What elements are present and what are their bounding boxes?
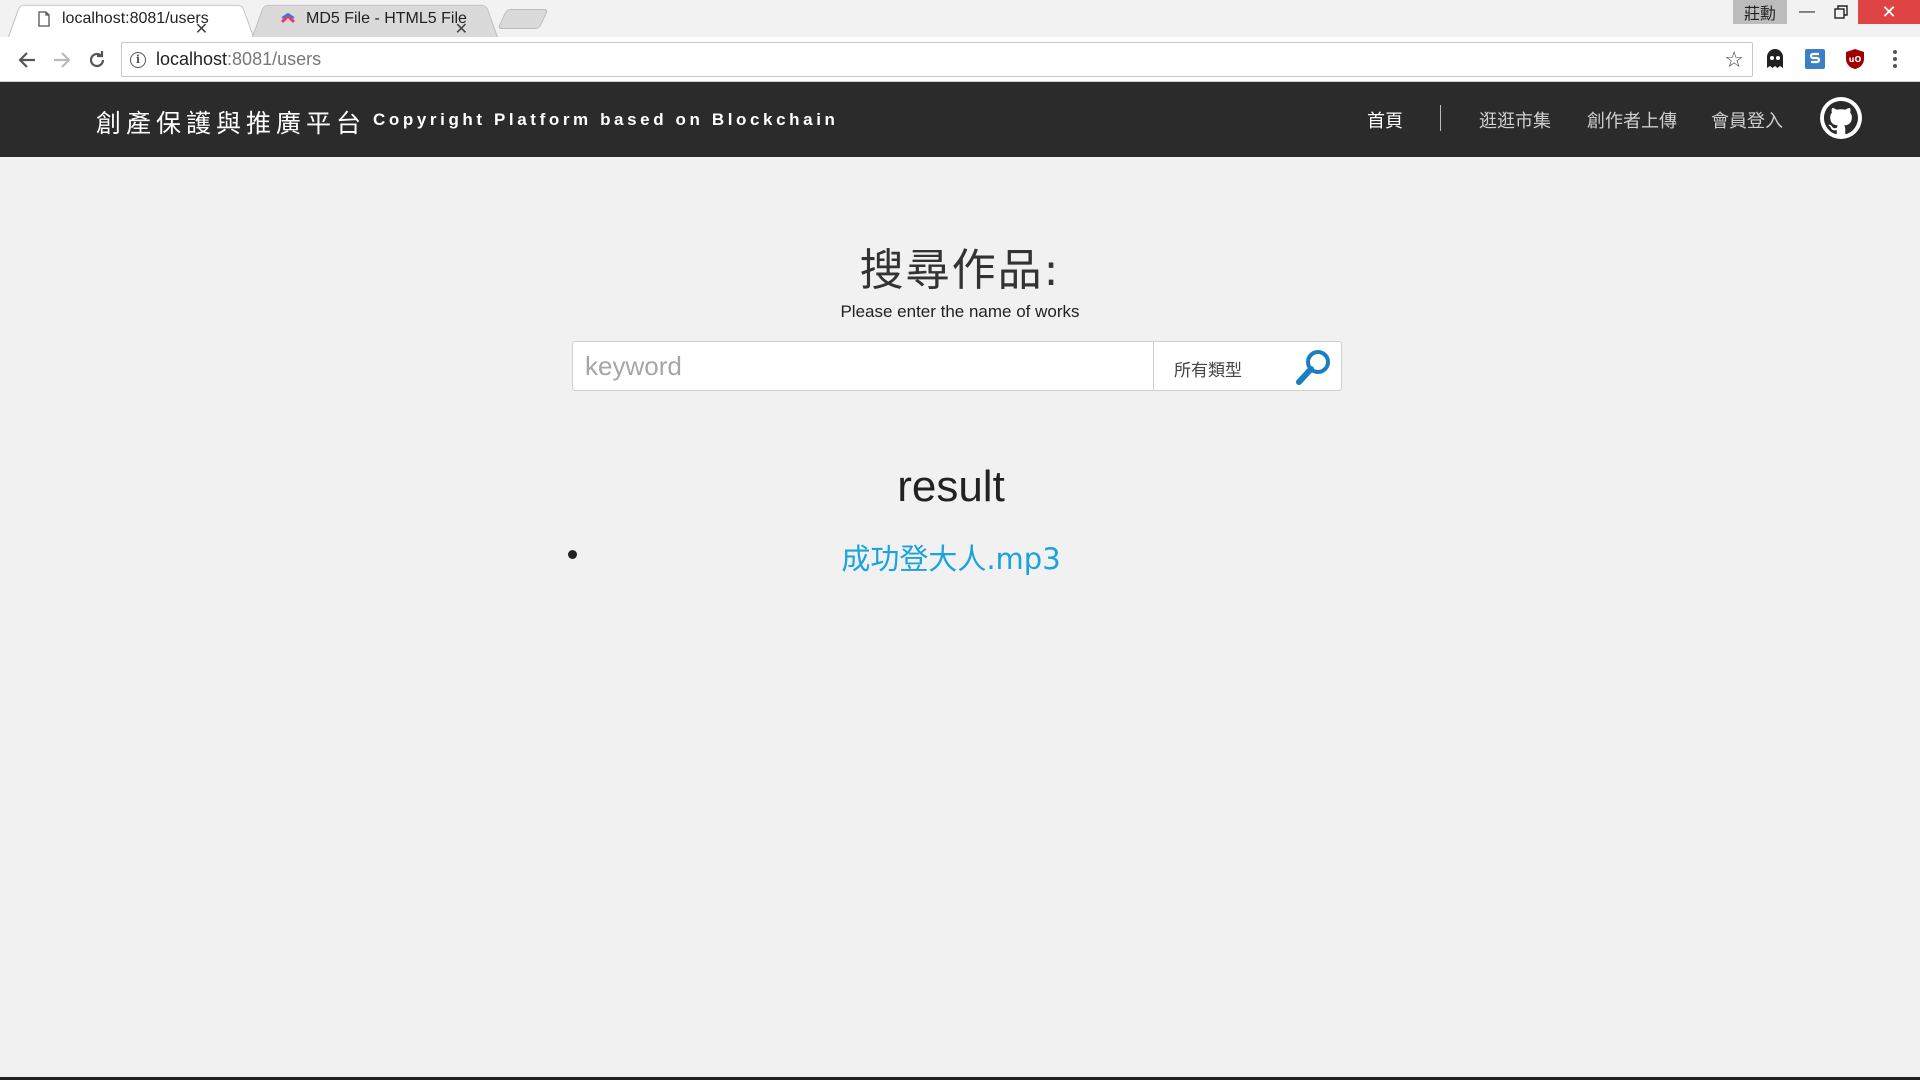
ublock-icon[interactable]: uO [1843, 47, 1867, 71]
forward-arrow-icon[interactable] [47, 45, 77, 75]
tab-title: MD5 File - HTML5 File H [306, 10, 469, 27]
close-icon[interactable]: ✕ [455, 19, 468, 39]
tab-localhost-users[interactable]: localhost:8081/users ✕ [8, 1, 254, 39]
nav-divider [1440, 105, 1441, 131]
user-profile-badge[interactable]: 莊勳 [1733, 0, 1787, 24]
back-arrow-icon[interactable] [12, 45, 42, 75]
ghostery-icon[interactable] [1763, 47, 1787, 71]
github-icon[interactable] [1820, 97, 1862, 139]
type-select[interactable]: 所有類型 [1154, 341, 1342, 391]
search-subtitle: Please enter the name of works [840, 302, 1080, 321]
close-icon[interactable]: ✕ [195, 19, 208, 39]
stylish-icon[interactable] [1803, 47, 1827, 71]
svg-text:uO: uO [1849, 55, 1862, 64]
site-navbar: 創產保護與推廣平台 Copyright Platform based on Bl… [0, 82, 1920, 157]
restore-icon[interactable] [1824, 0, 1858, 24]
result-link[interactable]: 成功登大人.mp3 [566, 536, 1336, 578]
search-input[interactable] [572, 341, 1154, 391]
reload-icon[interactable] [82, 45, 112, 75]
nav-market[interactable]: 逛逛市集 [1479, 107, 1551, 133]
menu-dots-icon[interactable] [1883, 47, 1907, 71]
tab-title: localhost:8081/users [62, 10, 209, 27]
search-heading: 搜尋作品: [859, 245, 1061, 296]
info-icon[interactable]: i [130, 51, 146, 68]
url-host: localhost [156, 49, 228, 69]
url-path: :8081/users [227, 49, 322, 69]
result-heading: result [897, 462, 1005, 511]
nav-upload[interactable]: 創作者上傳 [1587, 107, 1677, 133]
bookmark-star-icon[interactable]: ☆ [1724, 47, 1744, 73]
nav-login[interactable]: 會員登入 [1711, 107, 1783, 133]
browser-toolbar: i localhost:8081/users ☆ uO [0, 37, 1920, 82]
brand-title[interactable]: 創產保護與推廣平台 [96, 104, 366, 140]
brand-subtitle: Copyright Platform based on Blockchain [373, 110, 839, 129]
page-icon [36, 11, 52, 27]
address-bar[interactable]: i localhost:8081/users ☆ [121, 42, 1753, 77]
type-select-label: 所有類型 [1174, 361, 1242, 381]
new-tab-button[interactable] [497, 9, 549, 29]
search-icon[interactable] [1294, 347, 1334, 387]
nav-home[interactable]: 首頁 [1367, 107, 1403, 133]
tab-md5-file[interactable]: MD5 File - HTML5 File H ✕ [252, 1, 498, 39]
browser-tabstrip: localhost:8081/users ✕ MD5 File - HTML5 … [0, 0, 1920, 39]
md5-favicon-icon [280, 11, 296, 27]
minimize-icon[interactable]: — [1790, 0, 1824, 24]
list-item: 成功登大人.mp3 [566, 536, 1902, 576]
window-close-icon[interactable]: ✕ [1858, 0, 1920, 24]
